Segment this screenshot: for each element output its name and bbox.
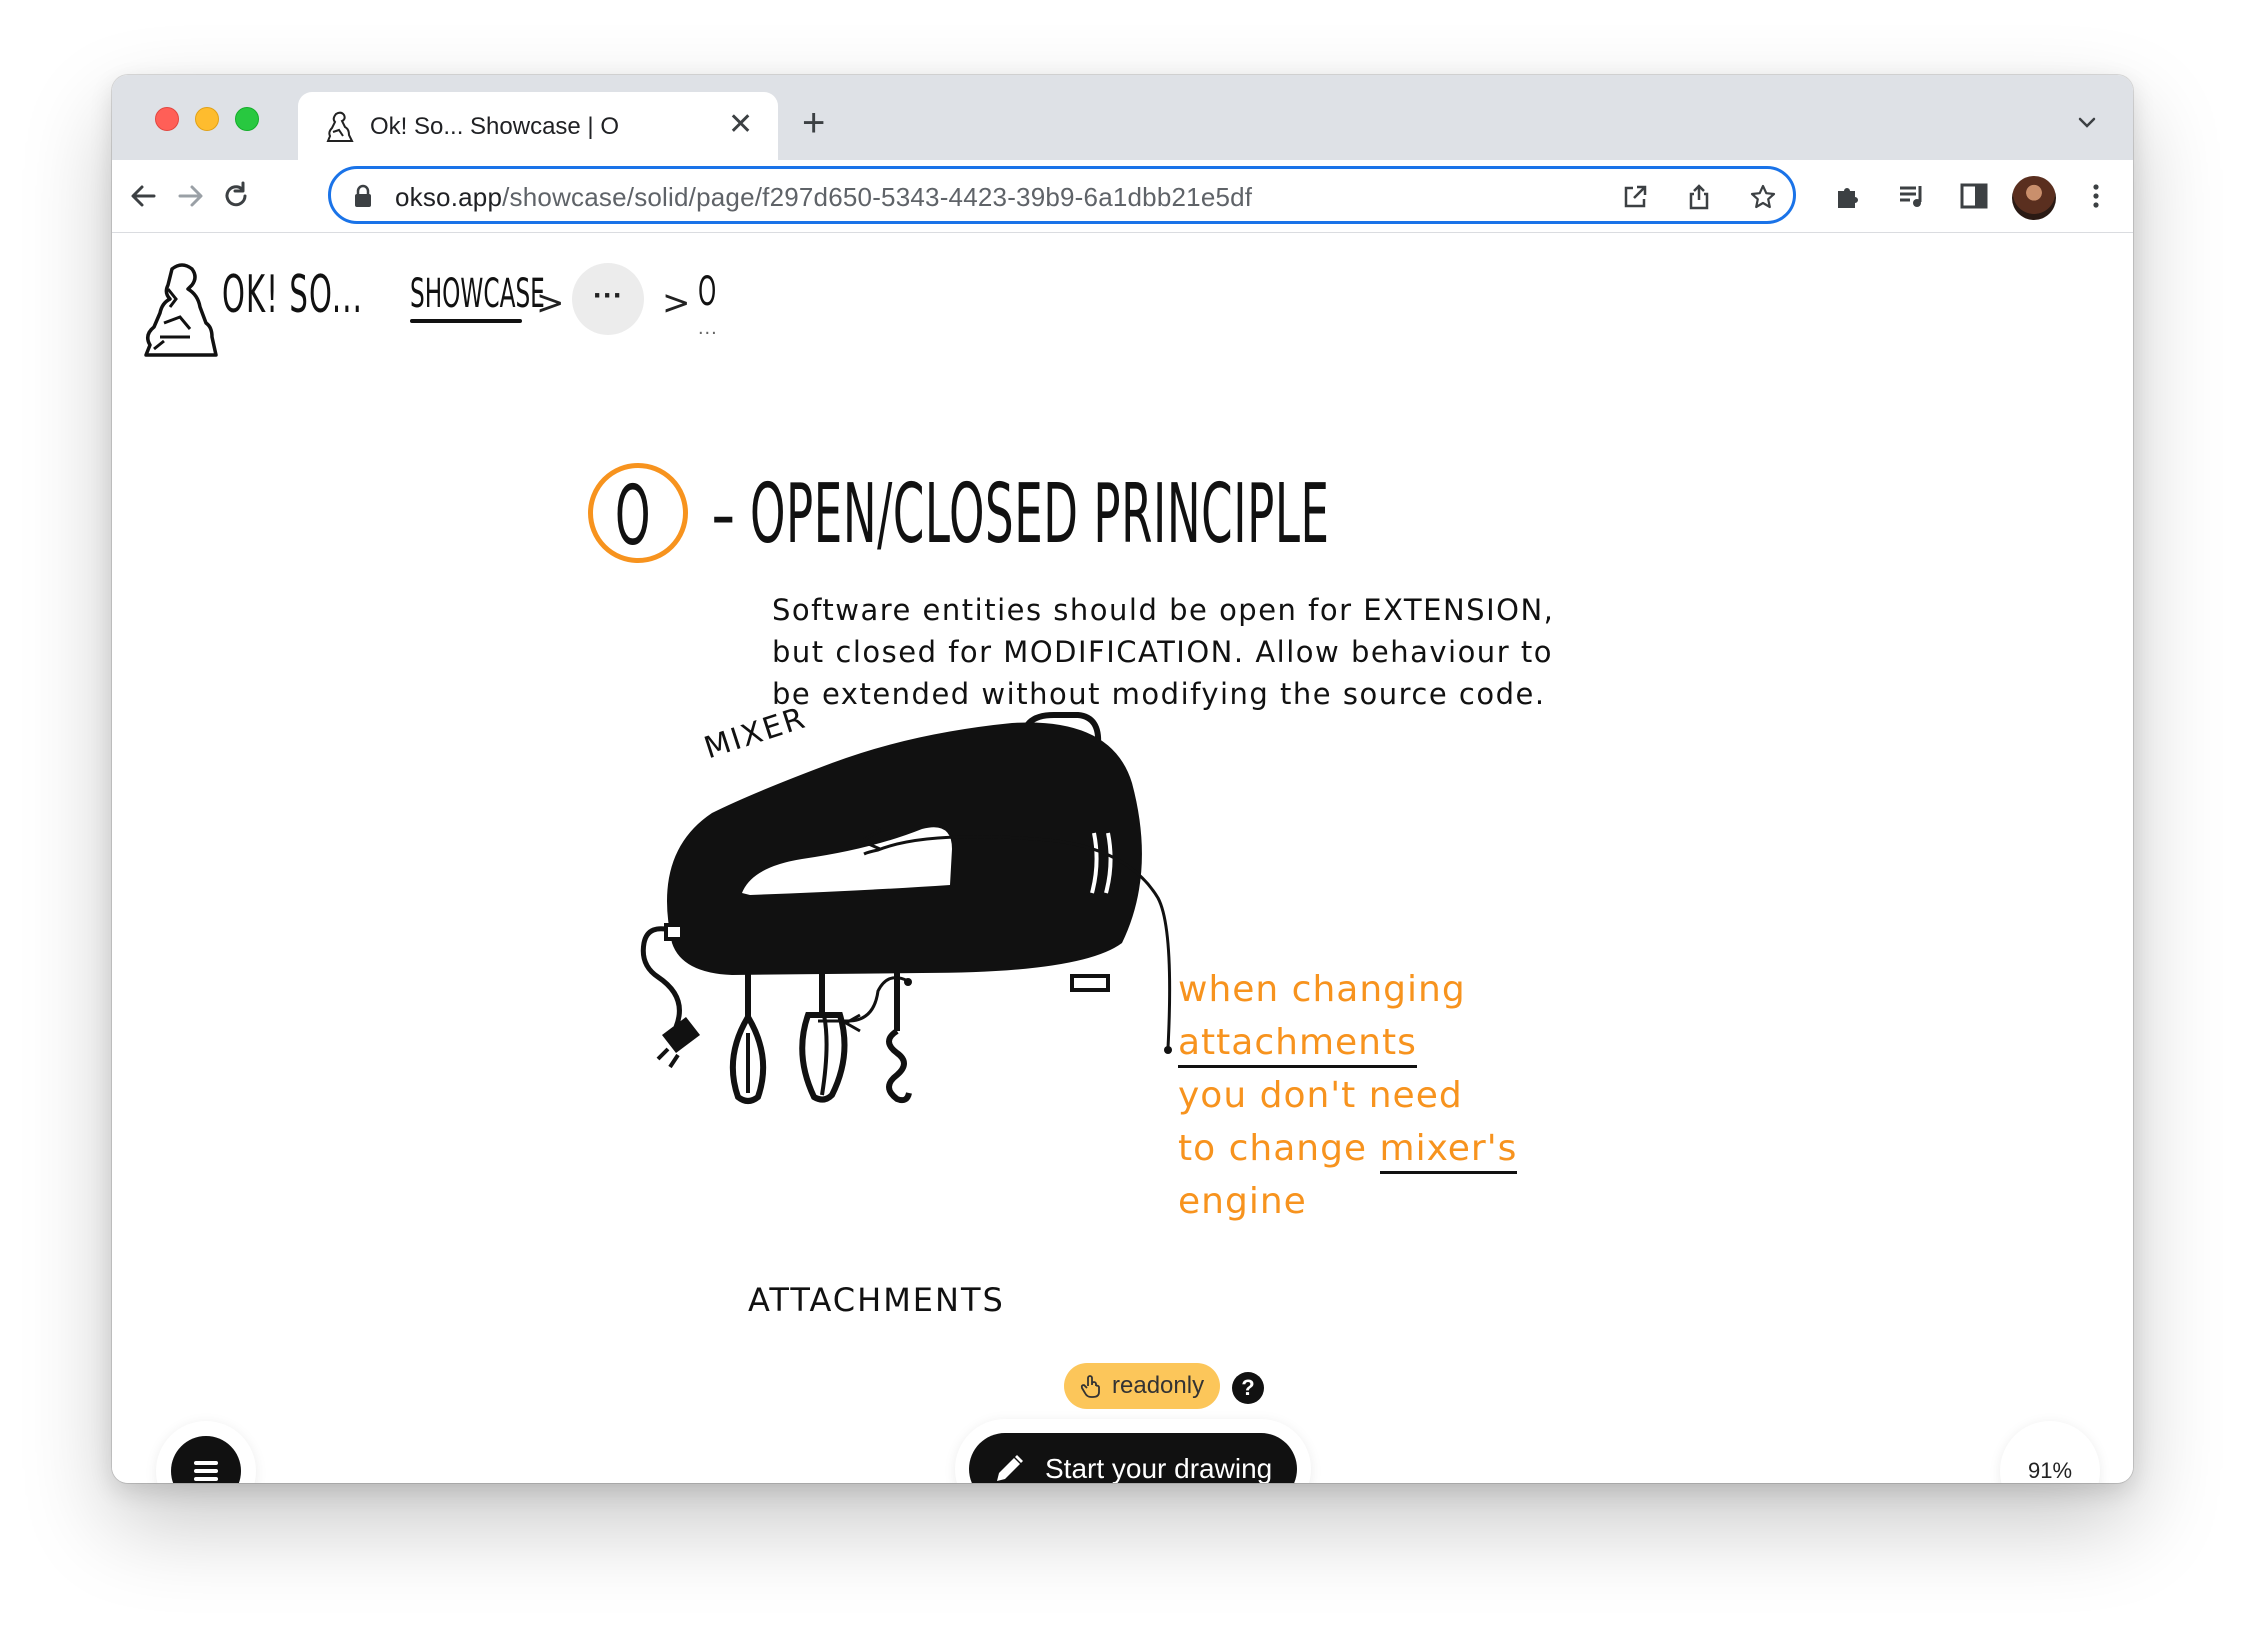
bookmark-star-icon[interactable]	[1749, 183, 1777, 211]
close-window-button[interactable]	[155, 107, 179, 131]
new-tab-button[interactable]: +	[802, 103, 825, 143]
breadcrumb-underline	[410, 319, 522, 323]
maximize-window-button[interactable]	[235, 107, 259, 131]
side-panel-icon[interactable]	[1958, 180, 1990, 212]
url-host: okso.app	[395, 182, 503, 212]
annotation-note: when changing attachments you don't need…	[1178, 963, 1578, 1228]
menu-button-holder	[156, 1421, 256, 1483]
breadcrumb-current: O	[698, 269, 717, 315]
forward-arrow-icon[interactable]	[172, 178, 208, 214]
more-vertical-icon[interactable]	[2080, 180, 2112, 212]
title-letter: O	[615, 469, 651, 564]
thinker-favicon-icon	[326, 111, 354, 142]
hand-pointer-icon	[1080, 1375, 1100, 1398]
open-in-new-window-icon[interactable]	[1621, 183, 1649, 211]
breadcrumb-current-dots: ...	[698, 317, 718, 339]
media-queue-icon[interactable]	[1896, 180, 1928, 212]
url-text[interactable]: okso.app/showcase/solid/page/f297d650-53…	[395, 182, 1252, 213]
breadcrumb-separator: >	[536, 283, 565, 323]
share-icon[interactable]	[1685, 183, 1713, 211]
breadcrumb-separator: >	[662, 283, 691, 323]
readonly-label: readonly	[1112, 1372, 1205, 1399]
note-line: to change	[1178, 1128, 1380, 1169]
attachments-label: ATTACHMENTS	[748, 1281, 1005, 1319]
page-content: OK! SO... SHOWCASE > ··· > O ... O – OPE…	[112, 233, 2133, 1483]
profile-avatar[interactable]	[2012, 176, 2056, 220]
note-line-underlined: attachments	[1178, 1022, 1417, 1068]
note-line: engine	[1178, 1181, 1307, 1222]
reload-icon[interactable]	[218, 178, 254, 214]
note-line: when changing	[1178, 969, 1466, 1010]
back-arrow-icon[interactable]	[126, 178, 162, 214]
brand-name[interactable]: OK! SO...	[222, 265, 363, 325]
pencil-icon	[997, 1455, 1023, 1481]
hamburger-menu-button[interactable]	[171, 1436, 241, 1483]
note-line: you don't need	[1178, 1075, 1463, 1116]
extensions-puzzle-icon[interactable]	[1832, 180, 1864, 212]
thinker-logo-icon[interactable]	[142, 261, 218, 361]
tab-title: Ok! So... Showcase | O	[370, 113, 619, 140]
tab-close-icon[interactable]: ✕	[728, 110, 753, 140]
chevron-down-icon[interactable]	[2075, 111, 2099, 135]
note-line-underlined: mixer's	[1379, 1128, 1518, 1174]
start-drawing-holder: Start your drawing	[955, 1419, 1311, 1483]
zoom-level-button[interactable]: 91%	[2000, 1421, 2100, 1483]
help-button[interactable]: ?	[1232, 1372, 1264, 1404]
minimize-window-button[interactable]	[195, 107, 219, 131]
start-drawing-label: Start your drawing	[1045, 1453, 1273, 1483]
tab-strip: Ok! So... Showcase | O ✕ +	[112, 75, 2133, 160]
browser-toolbar: okso.app/showcase/solid/page/f297d650-53…	[112, 160, 2133, 233]
lock-icon[interactable]	[353, 184, 373, 208]
start-drawing-button[interactable]: Start your drawing	[969, 1433, 1297, 1483]
breadcrumb-more-button[interactable]: ···	[572, 263, 644, 335]
url-path: /showcase/solid/page/f297d650-5343-4423-…	[502, 182, 1253, 212]
address-bar[interactable]: okso.app/showcase/solid/page/f297d650-53…	[328, 166, 1796, 224]
breadcrumb-showcase[interactable]: SHOWCASE	[410, 271, 545, 317]
page-title: – OPEN/CLOSED PRINCIPLE	[712, 467, 1330, 562]
browser-window: Ok! So... Showcase | O ✕ + okso.app/show…	[112, 75, 2133, 1483]
readonly-badge[interactable]: readonly	[1064, 1363, 1221, 1409]
active-tab[interactable]: Ok! So... Showcase | O ✕	[298, 92, 778, 160]
